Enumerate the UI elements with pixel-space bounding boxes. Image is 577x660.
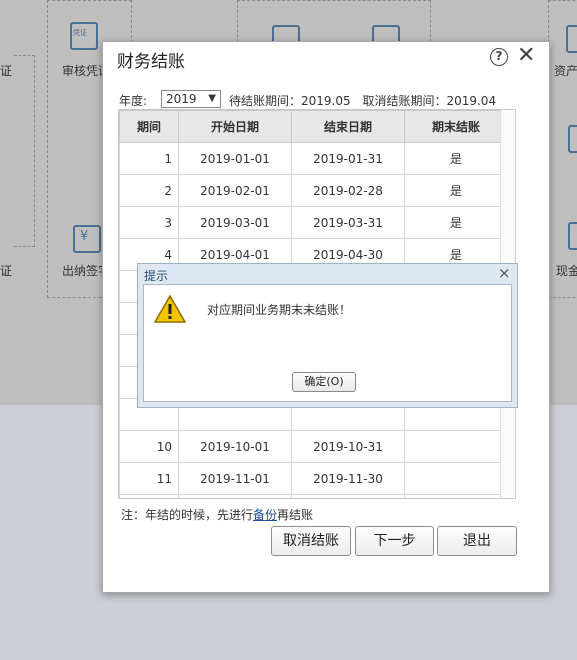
- cancel-period: 取消结账期间：2019.04: [362, 94, 497, 108]
- app-label-cash[interactable]: 现金: [556, 262, 577, 279]
- table-row[interactable]: 2 2019-02-01 2019-02-28 是: [119, 174, 508, 207]
- audit-voucher-icon[interactable]: 凭证: [70, 22, 98, 50]
- cell-period: 12: [119, 494, 179, 498]
- year-value: 2019: [166, 92, 197, 106]
- exit-button[interactable]: 退出: [437, 526, 517, 556]
- cell-closed: 是: [404, 174, 508, 207]
- prompt-close-icon[interactable]: ×: [498, 264, 511, 282]
- year-label: 年度:: [119, 94, 148, 108]
- side-icon[interactable]: [568, 125, 577, 153]
- warning-icon: [154, 295, 186, 323]
- ok-button[interactable]: 确定(O): [292, 372, 356, 392]
- note-suffix: 再结账: [277, 508, 314, 522]
- chevron-down-icon: ▼: [208, 93, 216, 104]
- prompt-body: 对应期间业务期末未结账！ 确定(O): [143, 284, 512, 402]
- dialog-title: 财务结账: [117, 52, 185, 72]
- cell-period: 1: [119, 142, 179, 175]
- cell-end-date: 2019-02-28: [291, 174, 405, 207]
- cell-period: 3: [119, 206, 179, 239]
- cell-start-date: 2019-10-01: [178, 430, 292, 463]
- app-label-asset[interactable]: 资产: [554, 62, 577, 79]
- table-row[interactable]: 122019-12-012019-12-31: [119, 494, 508, 498]
- cell-closed: [404, 430, 508, 463]
- cell-end-date: 2019-03-31: [291, 206, 405, 239]
- cell-start-date: 2019-02-01: [178, 174, 292, 207]
- money-glyph: ¥: [80, 229, 89, 244]
- cell-closed: [404, 494, 508, 498]
- backup-link[interactable]: 备份: [253, 508, 277, 522]
- close-icon[interactable]: ✕: [517, 43, 535, 69]
- next-step-button[interactable]: 下一步: [355, 526, 434, 556]
- table-row[interactable]: 3 2019-03-01 2019-03-31 是: [119, 206, 508, 239]
- table-row[interactable]: 1 2019-01-01 2019-01-31 是: [119, 142, 508, 175]
- prompt-dialog: 提示 × 对应期间业务期末未结账！ 确定(O): [137, 263, 518, 408]
- cell-period: 11: [119, 462, 179, 495]
- asset-icon[interactable]: [566, 25, 577, 53]
- voucher-badge: 凭证: [73, 29, 87, 37]
- cash-icon[interactable]: [568, 222, 577, 250]
- cancel-closing-button[interactable]: 取消结账: [271, 526, 351, 556]
- cell-start-date: 2019-12-01: [178, 494, 292, 498]
- cell-closed: [404, 462, 508, 495]
- backup-note: 注：年结的时候，先进行备份再结账: [121, 506, 313, 523]
- table-header-row: 期间 开始日期 结束日期 期末结账: [119, 110, 508, 143]
- cell-end-date: 2019-01-31: [291, 142, 405, 175]
- pending-period: 待结账期间：2019.05: [229, 94, 351, 108]
- cell-end-date: 2019-11-30: [291, 462, 405, 495]
- table-row[interactable]: 10 2019-10-01 2019-10-31: [119, 430, 508, 463]
- workspace-connector: [14, 55, 35, 247]
- cell-end-date: 2019-12-31: [291, 494, 405, 498]
- cell-start-date: 2019-01-01: [178, 142, 292, 175]
- cell-closed: 是: [404, 142, 508, 175]
- workspace-panel-mid: [237, 0, 431, 47]
- col-end-date: 结束日期: [291, 110, 405, 143]
- cell-closed: 是: [404, 206, 508, 239]
- prompt-message: 对应期间业务期末未结账！: [207, 303, 352, 317]
- app-label-voucher-left-top[interactable]: 证: [0, 62, 12, 79]
- cell-start-date: 2019-11-01: [178, 462, 292, 495]
- cell-period: 2: [119, 174, 179, 207]
- col-period: 期间: [119, 110, 179, 143]
- app-label-voucher-left-bottom[interactable]: 证: [0, 262, 12, 279]
- period-info: 待结账期间：2019.05 取消结账期间：2019.04: [229, 92, 504, 109]
- col-start-date: 开始日期: [178, 110, 292, 143]
- help-icon[interactable]: ?: [490, 48, 508, 66]
- prompt-title: 提示: [144, 269, 169, 283]
- cell-period: 10: [119, 430, 179, 463]
- note-prefix: 注：年结的时候，先进行: [121, 508, 254, 522]
- cell-end-date: 2019-10-31: [291, 430, 405, 463]
- cashier-sign-icon[interactable]: ¥: [73, 225, 101, 253]
- table-row[interactable]: 11 2019-11-01 2019-11-30: [119, 462, 508, 495]
- year-select[interactable]: 2019 ▼: [161, 90, 221, 108]
- cell-start-date: 2019-03-01: [178, 206, 292, 239]
- col-closed: 期末结账: [404, 110, 508, 143]
